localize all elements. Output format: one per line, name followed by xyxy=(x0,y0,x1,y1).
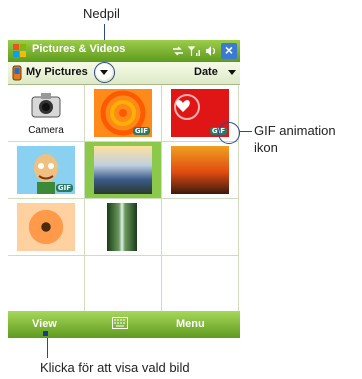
highlight-circle-gif xyxy=(218,122,240,144)
thumb-image xyxy=(94,146,152,194)
gif-badge-icon: GIF xyxy=(132,127,150,135)
empty-cell xyxy=(162,199,239,256)
keyboard-icon[interactable] xyxy=(112,317,128,329)
thumb-image xyxy=(171,146,229,194)
app-title: Pictures & Videos xyxy=(32,43,126,55)
camera-tile[interactable]: Camera xyxy=(8,85,85,142)
folder-device-icon xyxy=(12,65,22,81)
sort-dropdown-icon[interactable] xyxy=(227,69,237,77)
callout-gif-line1: GIF animation xyxy=(254,123,336,138)
menu-soft-key[interactable]: Menu xyxy=(176,318,205,330)
view-pointer-marker xyxy=(43,331,48,336)
camera-icon xyxy=(31,93,61,118)
thumbnail-waterfall[interactable] xyxy=(85,199,162,256)
thumbnail-lake-selected[interactable] xyxy=(85,142,162,199)
callout-gif-line2: ikon xyxy=(254,140,278,155)
volume-icon[interactable] xyxy=(205,45,217,57)
gif-badge-icon: GIF xyxy=(55,184,73,192)
close-button[interactable]: × xyxy=(221,43,237,59)
highlight-circle-dropdown xyxy=(94,62,115,83)
folder-label[interactable]: My Pictures xyxy=(26,66,88,78)
callout-view: Klicka för att visa vald bild xyxy=(40,360,190,375)
thumbnail-orange-circles[interactable]: GIF xyxy=(85,85,162,142)
thumb-image xyxy=(17,203,75,251)
empty-cell xyxy=(162,256,239,312)
empty-cell xyxy=(8,256,85,312)
sort-label[interactable]: Date xyxy=(194,66,218,78)
thumbnail-sunset[interactable] xyxy=(162,142,239,199)
toolbar: My Pictures Date xyxy=(8,62,240,85)
connectivity-icon[interactable] xyxy=(172,45,184,57)
title-bar: Pictures & Videos × xyxy=(8,40,240,62)
pictures-videos-screen: Pictures & Videos × My Pictures Date Cam… xyxy=(8,40,240,338)
view-soft-key[interactable]: View xyxy=(32,318,57,330)
thumbnail-cartoon[interactable]: GIF xyxy=(8,142,85,199)
thumbnail-grid: Camera GIF GIF GIF xyxy=(8,85,240,312)
thumb-image: GIF xyxy=(17,146,75,194)
signal-icon[interactable] xyxy=(188,45,202,57)
windows-start-icon[interactable] xyxy=(11,42,29,60)
thumbnail-flower[interactable] xyxy=(8,199,85,256)
thumb-image xyxy=(107,203,137,251)
thumb-image: GIF xyxy=(94,89,152,137)
soft-key-bar: View Menu xyxy=(8,311,240,338)
camera-label: Camera xyxy=(28,125,64,136)
callout-down-arrow: Nedpil xyxy=(83,6,120,21)
empty-cell xyxy=(85,256,162,312)
